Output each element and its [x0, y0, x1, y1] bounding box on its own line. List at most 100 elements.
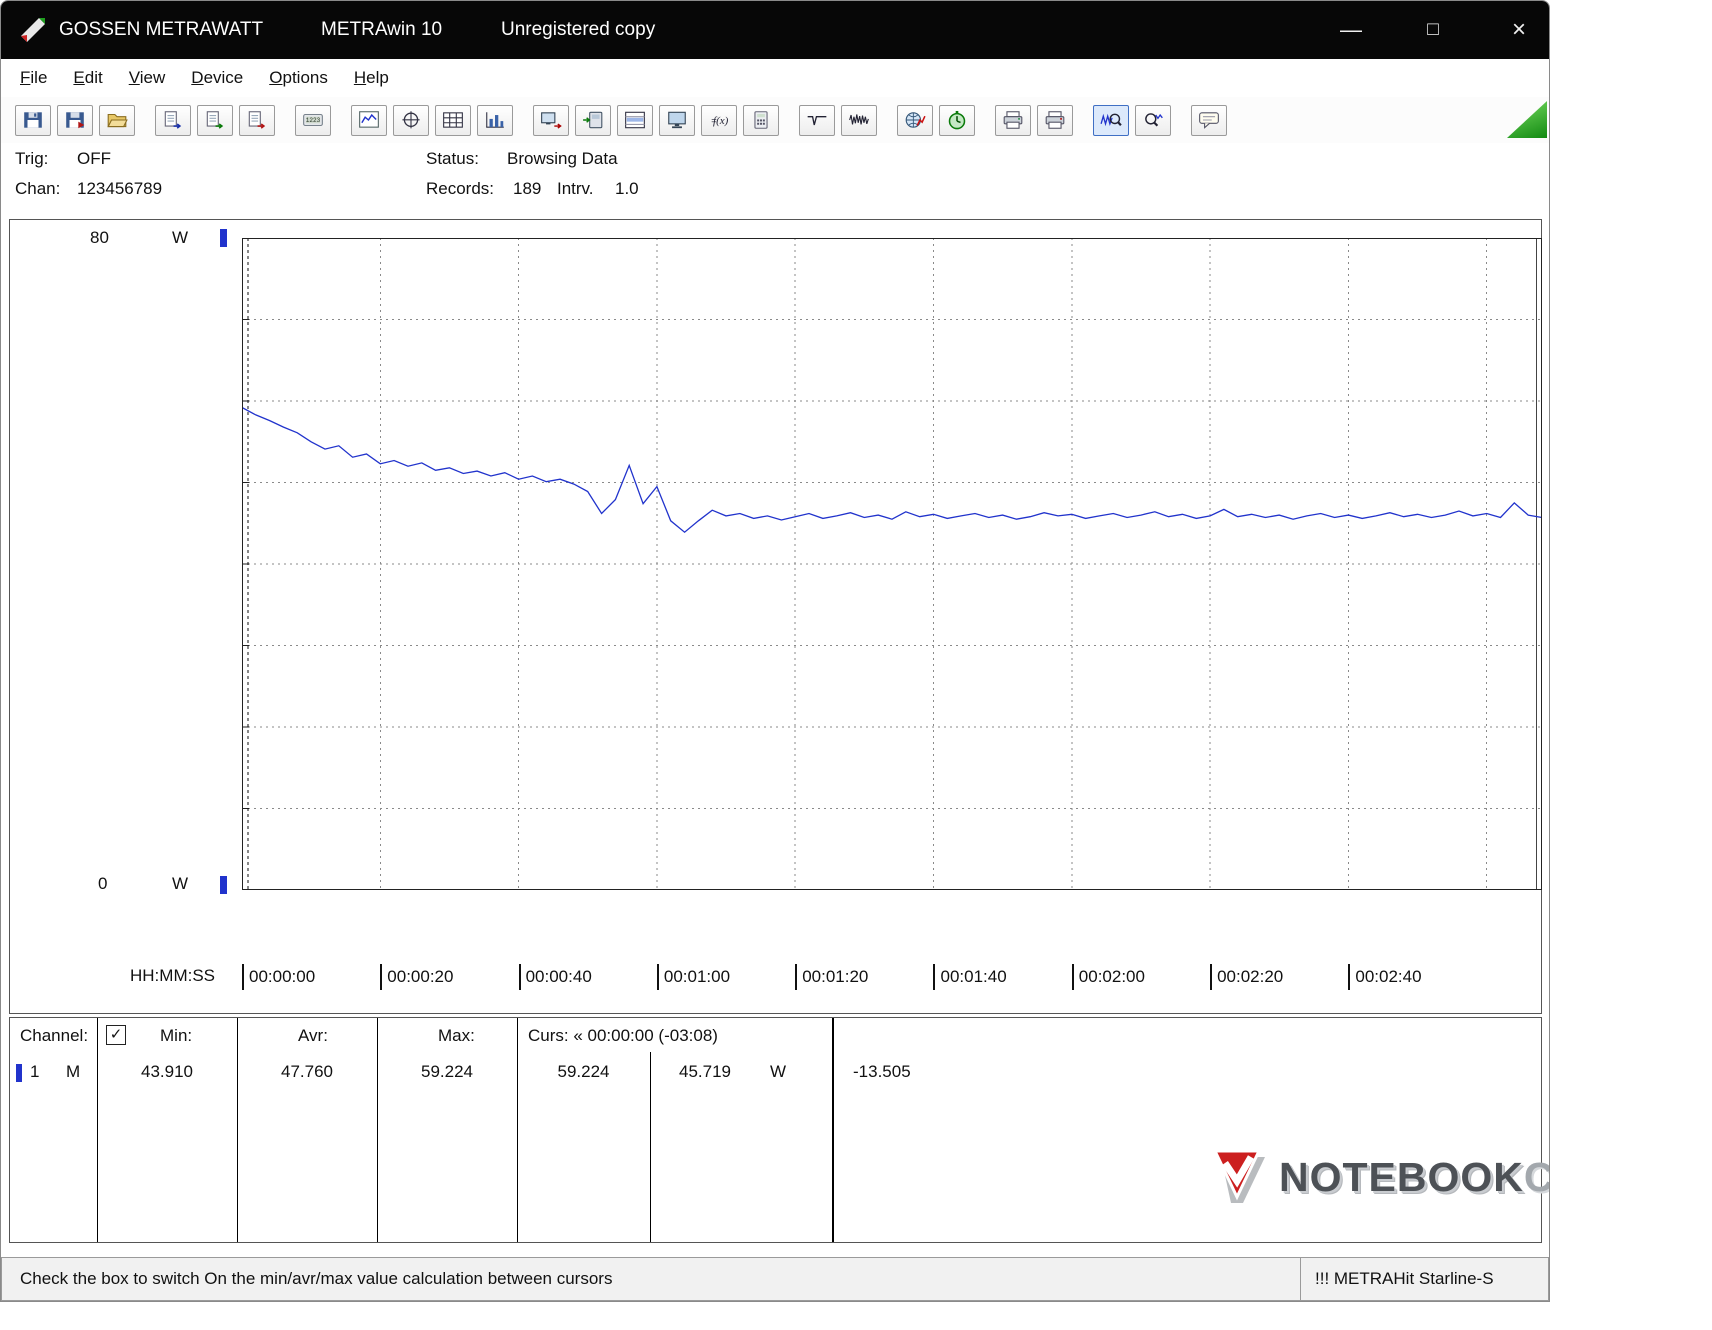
table-row-delta: -13.505 [853, 1062, 911, 1081]
save-as-button[interactable] [57, 104, 93, 136]
y-axis-max-label: 80 [90, 228, 109, 247]
record-list-button[interactable] [617, 104, 653, 136]
x-tick-3: 00:01:00 [656, 964, 730, 990]
table-row-cursor-b: 45.719 [679, 1062, 731, 1081]
trigger-label: Trig: [15, 149, 49, 168]
table-row-unit: W [770, 1062, 787, 1081]
channel-marker-bottom [220, 876, 227, 894]
bars-icon [486, 112, 504, 128]
table-header-channel: Channel: [20, 1026, 89, 1045]
printer2-icon [1045, 111, 1065, 129]
status-info-panel: Trig: OFF Chan: 123456789 Status: Browsi… [1, 143, 1549, 217]
monitor-icon [668, 111, 686, 129]
lcd-icon: 1223 [303, 113, 323, 127]
open-file-button[interactable] [99, 104, 135, 136]
y-axis-min-label: 0 [98, 874, 108, 893]
toolbar-group-10 [1191, 104, 1227, 136]
power-trace-chart[interactable] [242, 238, 1542, 890]
menu-item-view[interactable]: View [116, 64, 179, 92]
export-table-button[interactable] [197, 104, 233, 136]
xy-view-button[interactable] [393, 104, 429, 136]
save-button[interactable] [15, 104, 51, 136]
menu-item-edit[interactable]: Edit [60, 64, 115, 92]
printer-icon [1003, 111, 1023, 129]
devicein-icon [583, 111, 603, 129]
fx-icon: =f(x) [711, 115, 729, 127]
toolbar-group-2 [155, 104, 275, 136]
toolbar-group-4 [351, 104, 513, 136]
table-divider [832, 1018, 834, 1242]
channel-label: Chan: [15, 179, 61, 198]
menu-item-device[interactable]: Device [178, 64, 256, 92]
statistics-button[interactable] [897, 104, 933, 136]
x-tick-4: 00:01:20 [795, 964, 868, 990]
chart-plot[interactable] [242, 238, 1542, 890]
table-view-button[interactable] [435, 104, 471, 136]
records-value: 189 [513, 179, 542, 198]
noise-signal-button[interactable] [841, 104, 877, 136]
folder-icon [107, 113, 128, 128]
pageout_r-icon [248, 111, 266, 129]
annotation-button[interactable] [1191, 104, 1227, 136]
toolbar-group-1 [15, 104, 135, 136]
lcd-display-button[interactable]: 1223 [295, 104, 331, 136]
bar-chart-view-button[interactable] [477, 104, 513, 136]
menu-item-help[interactable]: Help [341, 64, 402, 92]
interval-value: 1.0 [615, 179, 639, 198]
pageout_g-icon [206, 111, 224, 129]
menu-item-file[interactable]: File [7, 64, 60, 92]
wavenoise-icon [849, 114, 869, 125]
notebookcheck-watermark: NOTEBOOK CHECK [1207, 1145, 1549, 1209]
interval-label: Intrv. [557, 179, 594, 198]
close-button[interactable]: × [1491, 1, 1547, 59]
x-tick-8: 00:02:40 [1348, 964, 1422, 990]
line-chart-view-button[interactable] [351, 104, 387, 136]
watermark-text-bold: NOTEBOOK [1279, 1153, 1524, 1200]
export-text-button[interactable] [155, 104, 191, 136]
x-tick-1: 00:00:20 [380, 964, 453, 990]
status-label: Status: [426, 149, 479, 168]
menu-item-options[interactable]: Options [256, 64, 341, 92]
print-preview-button[interactable] [995, 104, 1031, 136]
channel-color-marker [16, 1064, 22, 1082]
wavedip-icon [807, 116, 827, 126]
device-status-panel: !!! METRAHit Starline-S [1300, 1258, 1548, 1300]
crosshair-icon [402, 111, 420, 129]
maximize-button[interactable]: □ [1405, 1, 1461, 59]
svg-text:1223: 1223 [306, 117, 321, 124]
table-row-min: 43.910 [141, 1062, 193, 1081]
measurement-table: Channel: ✓ Min: Avr: Max: Curs: « 00:00:… [9, 1017, 1542, 1243]
license-status: Unregistered copy [501, 19, 656, 40]
device-transfer-button[interactable] [575, 104, 611, 136]
toolbar-group-7 [897, 104, 975, 136]
status-value: Browsing Data [507, 149, 618, 168]
menu-bar: File Edit View Device Options Help [1, 59, 1549, 97]
table-row-mode: M [66, 1062, 81, 1081]
floppy2-icon [66, 112, 85, 129]
table-header-min: Min: [160, 1026, 193, 1045]
zoom-button[interactable] [1135, 104, 1171, 136]
zoomout-icon [1145, 113, 1163, 127]
screen-export-button[interactable] [533, 104, 569, 136]
table-row-max: 59.224 [421, 1062, 473, 1081]
table-divider [517, 1018, 518, 1242]
pulse-trigger-button[interactable] [799, 104, 835, 136]
note-icon [1199, 112, 1219, 129]
monitor-view-button[interactable] [659, 104, 695, 136]
x-tick-6: 00:02:00 [1071, 964, 1145, 990]
export-data-button[interactable] [239, 104, 275, 136]
toolbar: 1223 = f(x) [1, 97, 1549, 143]
channel-checkbox[interactable]: ✓ [106, 1025, 126, 1045]
table-header-cursor: Curs: « 00:00:00 (-03:08) [528, 1026, 718, 1045]
svg-text:f(x): f(x) [713, 115, 729, 127]
minimize-button[interactable]: — [1323, 1, 1379, 59]
table-divider [97, 1018, 98, 1242]
zoom-curve-button[interactable] [1093, 104, 1129, 136]
print-button[interactable] [1037, 104, 1073, 136]
x-axis-format-label: HH:MM:SS [130, 966, 215, 985]
formula-button[interactable]: = f(x) [701, 104, 737, 136]
app-window: GOSSEN METRAWATT METRAwin 10 Unregistere… [0, 0, 1550, 1302]
zoomwave-icon [1100, 113, 1122, 127]
calculator-button[interactable] [743, 104, 779, 136]
timer-button[interactable] [939, 104, 975, 136]
